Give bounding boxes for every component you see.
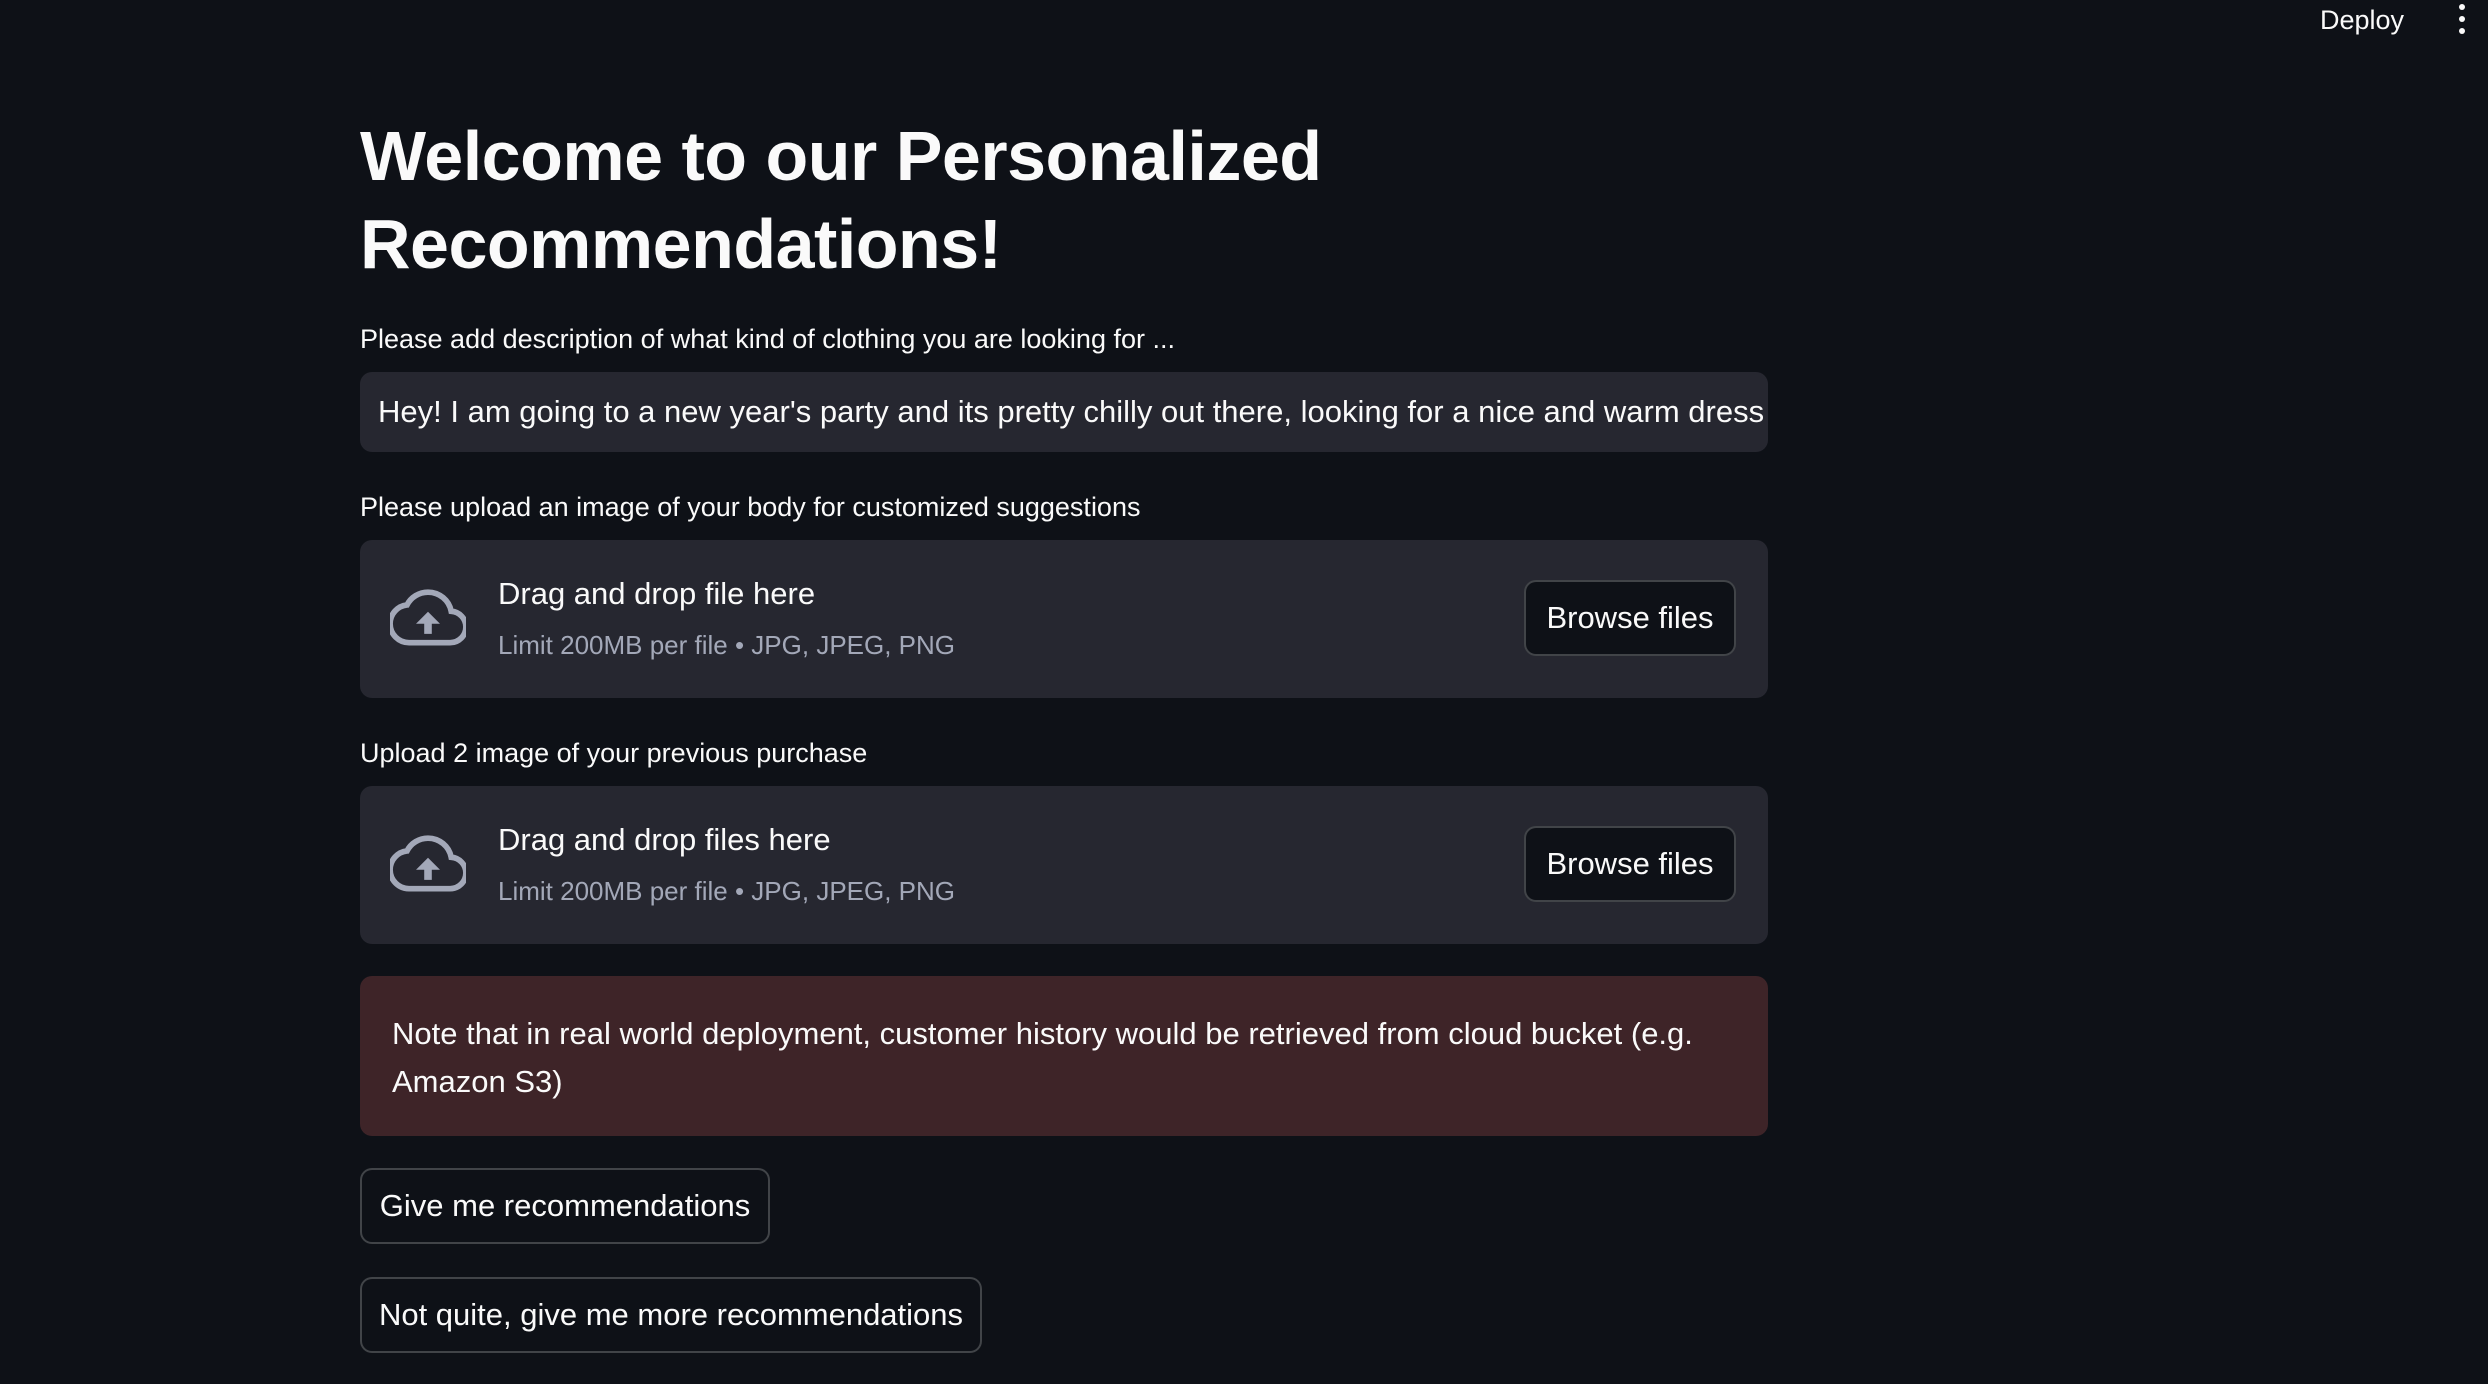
dropzone-limit-text: Limit 200MB per file • JPG, JPEG, PNG — [498, 630, 956, 660]
purchase-images-dropzone[interactable]: Drag and drop files here Limit 200MB per… — [360, 786, 1768, 944]
give-recommendations-button[interactable]: Give me recommendations — [360, 1168, 770, 1244]
top-toolbar: Deploy — [0, 0, 2488, 50]
cloud-upload-icon — [390, 589, 466, 646]
page-title: Welcome to our Personalized Recommendati… — [360, 117, 1322, 283]
dropzone-title: Drag and drop file here — [498, 576, 816, 611]
browse-files-button[interactable]: Browse files — [1524, 826, 1736, 902]
info-note: Note that in real world deployment, cust… — [360, 976, 1768, 1136]
description-label: Please add description of what kind of c… — [360, 324, 1175, 354]
dropzone-title: Drag and drop files here — [498, 822, 831, 857]
body-image-dropzone[interactable]: Drag and drop file here Limit 200MB per … — [360, 540, 1768, 698]
deploy-button[interactable]: Deploy — [2312, 2, 2412, 38]
cloud-upload-icon — [390, 835, 466, 892]
description-input[interactable]: Hey! I am going to a new year's party an… — [360, 372, 1768, 452]
body-upload-label: Please upload an image of your body for … — [360, 492, 1141, 522]
browse-files-button[interactable]: Browse files — [1524, 580, 1736, 656]
purchase-upload-label: Upload 2 image of your previous purchase — [360, 738, 868, 768]
more-recommendations-button[interactable]: Not quite, give me more recommendations — [360, 1277, 982, 1353]
dropzone-limit-text: Limit 200MB per file • JPG, JPEG, PNG — [498, 876, 956, 906]
kebab-menu-icon[interactable] — [2454, 4, 2470, 34]
